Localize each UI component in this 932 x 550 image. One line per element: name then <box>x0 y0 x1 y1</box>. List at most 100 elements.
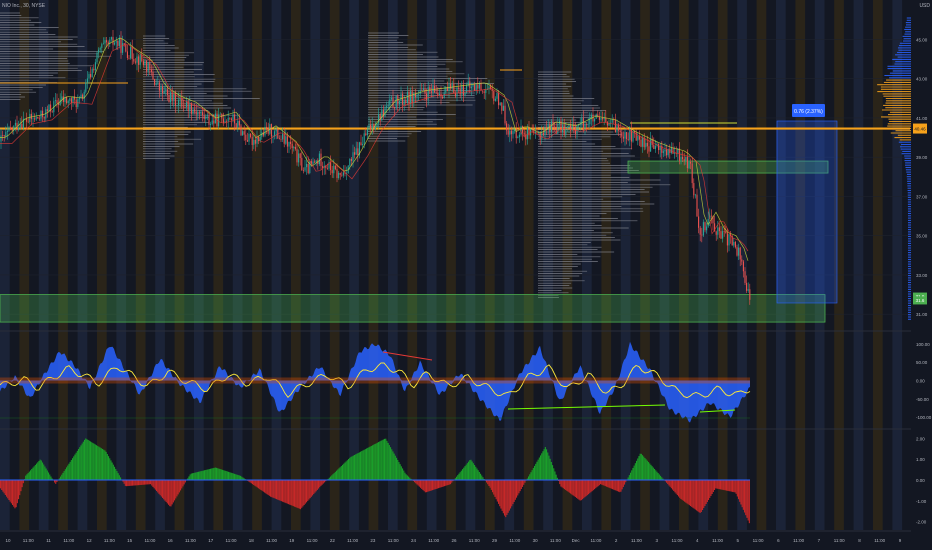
histogram-bar <box>547 452 549 480</box>
histogram-bar <box>740 480 742 505</box>
candle-body <box>227 117 229 122</box>
histogram-bar <box>139 480 141 486</box>
histogram-bar <box>177 480 179 495</box>
histogram-bar <box>200 471 202 480</box>
histogram-bar <box>354 454 356 480</box>
time-tick-label: 11 <box>46 538 51 543</box>
candle-body <box>133 58 135 62</box>
histogram-bar <box>450 480 452 485</box>
histogram-bar <box>61 474 63 480</box>
candle-body <box>699 227 701 235</box>
candle-body <box>154 79 156 85</box>
candle-body <box>11 128 13 131</box>
candle-body <box>522 126 524 133</box>
long-position-target-box[interactable]: 0.76 (2.37%) <box>776 104 838 304</box>
histogram-bar <box>652 467 654 480</box>
session-band <box>892 0 903 530</box>
histogram-bar <box>709 480 711 498</box>
histogram-bar <box>504 480 506 516</box>
histogram-bar <box>374 444 376 480</box>
candle-body <box>478 83 480 89</box>
candle-body <box>747 289 749 291</box>
candle-body <box>666 149 668 156</box>
session-band <box>485 0 495 530</box>
chart-canvas[interactable]: 0.76 (2.37%) 45.0043.0041.0039.0037.0035… <box>0 0 932 550</box>
histogram-bar <box>64 469 66 480</box>
histogram-bar <box>518 480 520 494</box>
candle-body <box>35 116 37 120</box>
histogram-bar <box>138 480 140 486</box>
histogram-bar <box>517 480 519 496</box>
candle-body <box>98 49 100 53</box>
candle-body <box>318 153 320 165</box>
histogram-bar <box>399 464 401 480</box>
histogram-bar <box>2 480 4 492</box>
histogram-bar <box>80 445 82 480</box>
histogram-bar <box>469 460 471 480</box>
candle-body <box>682 156 684 160</box>
histogram-bar <box>553 468 555 480</box>
candle-body <box>392 97 394 108</box>
candle-body <box>696 194 698 217</box>
oscillator-zero-band <box>0 377 750 384</box>
histogram-bar <box>682 480 684 501</box>
price-tick-label: 45.00 <box>916 37 928 42</box>
candle-body <box>158 82 160 91</box>
histogram-bar <box>87 439 89 480</box>
histogram-bar <box>465 464 467 480</box>
histogram-bar <box>266 480 268 495</box>
time-tick-label: 9 <box>899 538 902 543</box>
candle-body <box>91 68 93 78</box>
candle-body <box>704 222 706 231</box>
histogram-bar <box>258 480 260 489</box>
candle-body <box>21 124 23 128</box>
histogram-bar <box>6 480 8 497</box>
histogram-bar <box>48 472 50 480</box>
histogram-bar <box>679 480 681 498</box>
histogram-bar <box>334 471 336 480</box>
time-tick-label: 11:00 <box>104 538 115 543</box>
candle-body <box>462 84 464 96</box>
histogram-bar <box>285 480 287 504</box>
candle-body <box>149 62 151 70</box>
histogram-bar <box>688 480 690 506</box>
histogram-bar <box>622 480 624 487</box>
histogram-bar <box>537 459 539 480</box>
candle-body <box>243 131 245 135</box>
histogram-bar <box>303 480 305 506</box>
candle-body <box>307 163 309 174</box>
candle-body <box>622 136 624 139</box>
histogram-bar <box>355 454 357 480</box>
candle-body <box>29 113 31 122</box>
histogram-bar <box>690 480 692 507</box>
histogram-bar <box>104 450 106 480</box>
histogram-bar <box>267 480 269 495</box>
candle-body <box>390 97 392 100</box>
histogram-bar <box>640 453 642 480</box>
histogram-bar <box>559 480 561 485</box>
histogram-bar <box>261 480 263 491</box>
candle-body <box>526 127 528 140</box>
candle-body <box>195 111 197 115</box>
candle-body <box>406 91 408 103</box>
candle-body <box>494 98 496 101</box>
histogram-bar <box>265 480 267 494</box>
histogram-bar <box>94 444 96 480</box>
candle-body <box>688 162 690 169</box>
candle-body <box>210 123 212 125</box>
histogram-bar <box>621 480 623 490</box>
histogram-bar <box>273 480 275 499</box>
candle-body <box>198 112 200 114</box>
session-band <box>504 0 515 530</box>
candle-body <box>157 82 159 84</box>
histogram-bar <box>702 480 704 510</box>
candle-body <box>42 110 44 118</box>
candle-body <box>733 241 735 246</box>
candle-body <box>293 147 295 149</box>
candle-body <box>506 123 508 131</box>
histogram-bar <box>252 480 254 485</box>
time-tick-label: 11:00 <box>347 538 358 543</box>
candle-body <box>90 74 92 78</box>
candle-body <box>190 103 192 114</box>
candle-body <box>61 96 63 100</box>
